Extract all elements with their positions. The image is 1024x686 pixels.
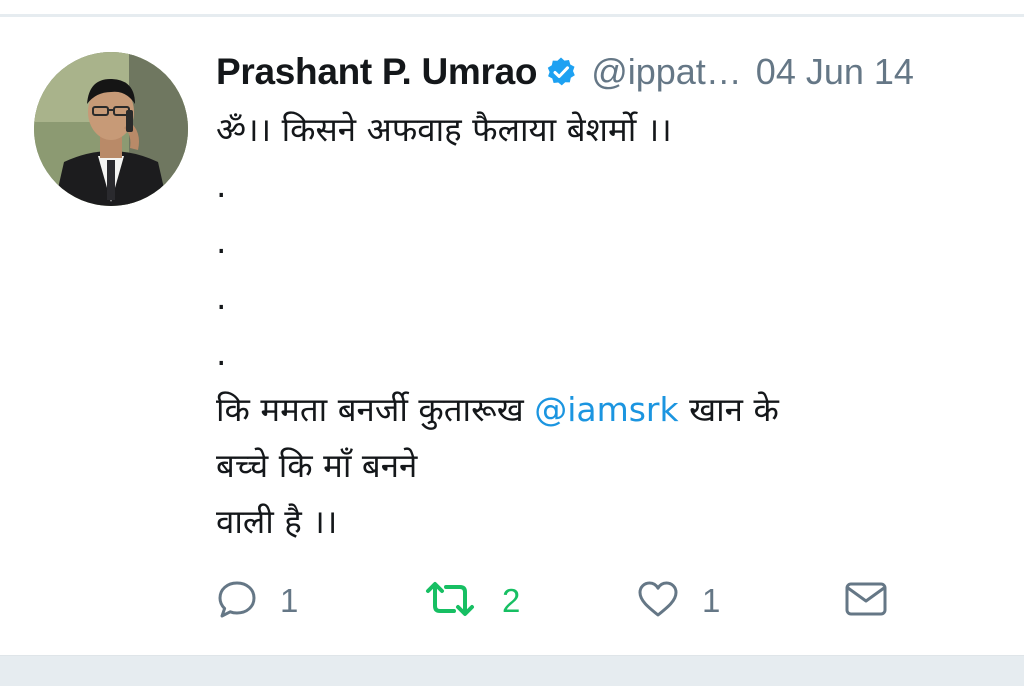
tweet-line: बच्चे कि माँ बनने (216, 446, 418, 485)
reply-count: 1 (280, 582, 299, 619)
mention-link[interactable]: @iamsrk (534, 390, 678, 429)
reply-icon (216, 578, 258, 625)
tweet-line: . (216, 166, 227, 205)
avatar-image (34, 52, 188, 206)
top-divider (0, 14, 1024, 17)
avatar[interactable] (34, 52, 188, 206)
verified-badge-icon (545, 56, 577, 88)
direct-message-button[interactable] (844, 574, 888, 628)
envelope-icon (844, 579, 888, 624)
bottom-divider (0, 655, 1024, 686)
tweet-line: . (216, 278, 227, 317)
like-count: 1 (702, 582, 721, 619)
retweet-count: 2 (502, 582, 521, 619)
retweet-icon (424, 578, 476, 625)
tweet-text: ॐ।। किसने अफवाह फैलाया बेशर्मो ।। . . . … (216, 102, 976, 550)
tweet-line: . (216, 222, 227, 261)
tweet-line: वाली है ।। (216, 502, 338, 541)
tweet-text-segment: कि ममता बनर्जी कुतारूख (216, 390, 535, 429)
retweet-button[interactable]: 2 (424, 574, 520, 628)
reply-button[interactable]: 1 (216, 574, 298, 628)
tweet-line: . (216, 334, 227, 373)
tweet-line: ॐ।। किसने अफवाह फैलाया बेशर्मो ।। (216, 110, 672, 149)
tweet-text-segment: खान के (678, 390, 779, 429)
tweet-line: कि ममता बनर्जी कुतारूख @iamsrk खान के (216, 382, 976, 438)
display-name[interactable]: Prashant P. Umrao (216, 51, 537, 93)
user-handle[interactable]: @ippat… (591, 51, 742, 93)
tweet-timestamp[interactable]: 04 Jun 14 (756, 51, 914, 93)
tweet-header: Prashant P. Umrao @ippat… 04 Jun 14 (216, 48, 914, 96)
like-button[interactable]: 1 (636, 574, 720, 628)
tweet-page: Prashant P. Umrao @ippat… 04 Jun 14 ॐ।। … (0, 0, 1024, 686)
tweet-actions: 1 2 1 (216, 574, 906, 628)
heart-icon (636, 578, 680, 625)
